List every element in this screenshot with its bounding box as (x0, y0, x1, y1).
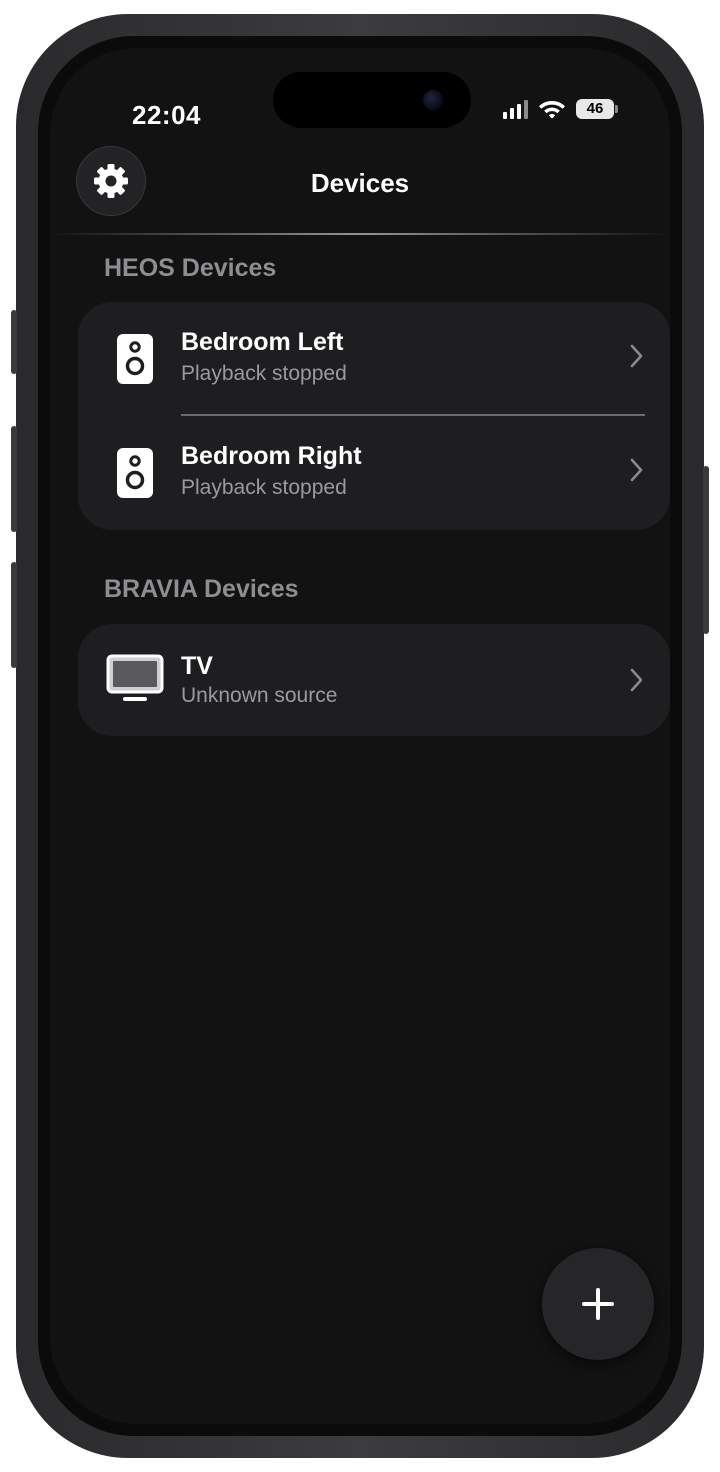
device-status: Playback stopped (181, 476, 347, 499)
device-name: Bedroom Right (181, 442, 362, 470)
device-status: Unknown source (181, 684, 338, 707)
chevron-right-icon (630, 668, 644, 697)
dynamic-island (273, 72, 471, 128)
device-row-bedroom-left[interactable]: Bedroom Left Playback stopped (78, 302, 670, 416)
device-row-tv[interactable]: TV Unknown source (78, 624, 670, 736)
add-device-button[interactable] (542, 1248, 654, 1360)
bezel: 22:04 46 Devices HEOS Devices Bedroom Le… (38, 36, 682, 1436)
device-status: Playback stopped (181, 362, 347, 385)
chevron-right-icon (630, 344, 644, 373)
wifi-icon (538, 98, 566, 120)
page-title: Devices (310, 168, 410, 198)
battery-icon: 46 (576, 99, 618, 119)
volume-up-button (11, 426, 17, 532)
device-name: TV (181, 652, 213, 680)
speaker-icon (106, 448, 164, 498)
status-time: 22:04 (132, 100, 201, 130)
chevron-right-icon (630, 458, 644, 487)
device-name: Bedroom Left (181, 328, 344, 356)
power-button (703, 466, 709, 634)
section-header-bravia: BRAVIA Devices (104, 575, 299, 603)
volume-down-button (11, 562, 17, 668)
device-row-bedroom-right[interactable]: Bedroom Right Playback stopped (78, 416, 670, 530)
cellular-signal-icon (503, 99, 528, 119)
front-camera (423, 90, 443, 110)
speaker-icon (106, 334, 164, 384)
tv-icon (106, 654, 164, 704)
phone-frame: 22:04 46 Devices HEOS Devices Bedroom Le… (11, 14, 709, 1458)
section-header-heos: HEOS Devices (104, 254, 277, 282)
battery-level: 46 (586, 100, 604, 117)
bravia-devices-card: TV Unknown source (78, 624, 670, 736)
action-button (11, 310, 17, 374)
plus-icon (581, 1287, 615, 1321)
heos-devices-card: Bedroom Left Playback stopped Bedroom Ri… (78, 302, 670, 530)
status-icons: 46 (503, 98, 618, 120)
screen: 22:04 46 Devices HEOS Devices Bedroom Le… (50, 48, 670, 1424)
nav-divider (50, 233, 670, 235)
